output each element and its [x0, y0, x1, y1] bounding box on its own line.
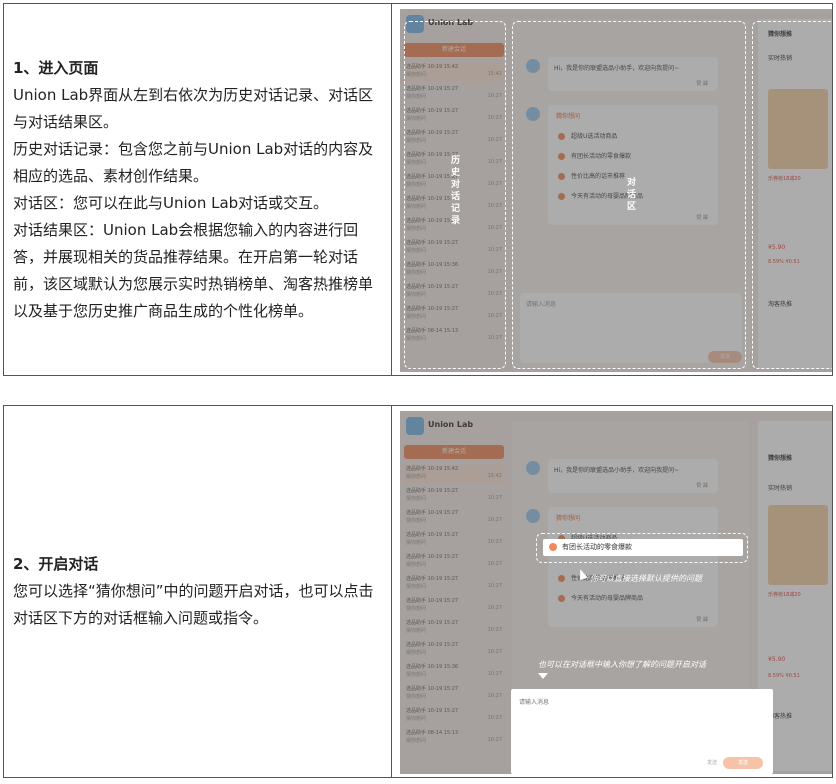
suggestion-dot-icon — [549, 543, 557, 551]
annotation-input: 也可以在对话框中输入你想了解的问题开启对话 — [538, 660, 706, 669]
table-row-2: 2、开启对话 您可以选择“猜你想问”中的问题开启对话，也可以点击对话区下方的对话… — [3, 405, 833, 778]
description-cell: 2、开启对话 您可以选择“猜你想问”中的问题开启对话，也可以点击对话区下方的对话… — [4, 406, 392, 777]
chat-region-label: 对话区 — [625, 177, 635, 213]
history-item[interactable]: 选品助手 10-19 15:27 猜你想问 10:27 — [404, 575, 504, 593]
message-input[interactable]: 请输入消息 发送 发送 — [511, 689, 773, 774]
paragraph: Union Lab界面从左到右依次为历史对话记录、对话区与对话结果区。 — [13, 85, 374, 131]
screenshot-cell: Union Lab 新建会话 选品助手 10-19 15:42 猜你想问 15:42… — [392, 4, 832, 375]
history-item[interactable]: 选品助手 10-19 15:27 猜你想问 10:27 — [404, 707, 504, 725]
send-button[interactable]: 发送 — [723, 757, 763, 769]
history-item[interactable]: 选品助手 10-19 15:42 猜你想问 15:42 — [404, 465, 504, 483]
assistant-avatar — [526, 509, 540, 523]
description-cell: 1、进入页面 Union Lab界面从左到右依次为历史对话记录、对话区与对话结果… — [4, 4, 392, 375]
section-heading: 1、进入页面 — [13, 58, 99, 77]
history-item[interactable]: 选品助手 10-19 15:27 猜你想问 10:27 — [404, 509, 504, 527]
price: ¥5.90 — [768, 656, 786, 663]
history-region-label: 历史对话记录 — [449, 155, 459, 227]
like-button[interactable]: 赞 — [696, 617, 701, 623]
history-sidebar: 新建会话 选品助手 10-19 15:42 猜你想问 15:42 选品助手 10-1… — [404, 445, 504, 751]
result-title: 猜你想推 — [768, 455, 793, 462]
dislike-button[interactable]: 踩 — [703, 617, 708, 623]
result-region-outline — [752, 21, 832, 369]
commission-rate: 8.59% ¥0.51 — [768, 673, 800, 679]
annotation-select: 你可以直接选择默认提供的问题 — [590, 574, 702, 583]
history-item[interactable]: 选品助手 10-19 15:27 猜你想问 10:27 — [404, 641, 504, 659]
history-item[interactable]: 选品助手 08-14 15:13 猜你想问 10:27 — [404, 729, 504, 747]
app-screenshot: Union Lab 新建会话 选品助手 10-19 15:42 猜你想问 15:42… — [400, 9, 832, 372]
product-image[interactable] — [768, 505, 828, 585]
app-screenshot: Union Lab 新建会话 选品助手 10-19 15:42 猜你想问 15:42… — [400, 411, 832, 774]
table-row-1: 1、进入页面 Union Lab界面从左到右依次为历史对话记录、对话区与对话结果… — [3, 3, 833, 376]
history-item[interactable]: 选品助手 10-19 15:27 猜你想问 10:27 — [404, 553, 504, 571]
promo-text: 乐券抢18减20 — [768, 592, 801, 598]
suggestion-bubble: 猜你想问 赞 踩 — [548, 507, 718, 627]
new-chat-button[interactable]: 新建会话 — [404, 445, 504, 459]
brand-name: Union Lab — [428, 420, 474, 429]
dislike-button[interactable]: 踩 — [703, 483, 708, 489]
assistant-avatar — [526, 461, 540, 475]
history-item[interactable]: 选品助手 10-19 15:27 猜你想问 10:27 — [404, 685, 504, 703]
history-item[interactable]: 选品助手 10-19 15:27 猜你想问 10:27 — [404, 619, 504, 637]
history-item[interactable]: 选品助手 10-19 15:27 猜你想问 10:27 — [404, 597, 504, 615]
paragraph: 您可以选择“猜你想问”中的问题开启对话，也可以点击对话区下方的对话框输入问题或指… — [13, 582, 374, 627]
send-shortcut[interactable]: 发送 — [707, 759, 717, 766]
paragraph: 对话区：您可以在此与Union Lab对话或交互。 — [13, 193, 329, 212]
section-heading: 2、开启对话 — [13, 555, 99, 573]
history-item[interactable]: 选品助手 10-19 15:36 猜你想问 10:27 — [404, 663, 504, 681]
suggestion-item[interactable]: 今天有活动的母婴品牌商品 — [558, 593, 643, 602]
screenshot-cell: Union Lab 新建会话 选品助手 10-19 15:42 猜你想问 15:42… — [392, 406, 832, 777]
result-subtitle: 实时热销 — [768, 485, 793, 492]
arrow-down-icon — [538, 673, 548, 679]
guess-title: 猜你想问 — [556, 515, 581, 522]
greeting-bubble: Hi，我是你的联盟选品小助手，欢迎向我提问~ 赞 踩 — [548, 459, 718, 493]
history-item[interactable]: 选品助手 10-19 15:27 猜你想问 10:27 — [404, 531, 504, 549]
like-button[interactable]: 赞 — [696, 483, 701, 489]
history-item[interactable]: 选品助手 10-19 15:27 猜你想问 10:27 — [404, 487, 504, 505]
paragraph: 对话结果区：Union Lab会根据您输入的内容进行回答，并展现相关的货品推荐结… — [13, 220, 374, 320]
highlighted-suggestion[interactable]: 有团长活动的零食爆款 — [543, 539, 743, 556]
brand-logo-icon — [406, 417, 424, 435]
paragraph: 历史对话记录：包含您之前与Union Lab对话的内容及相应的选品、素材创作结果… — [13, 139, 374, 185]
